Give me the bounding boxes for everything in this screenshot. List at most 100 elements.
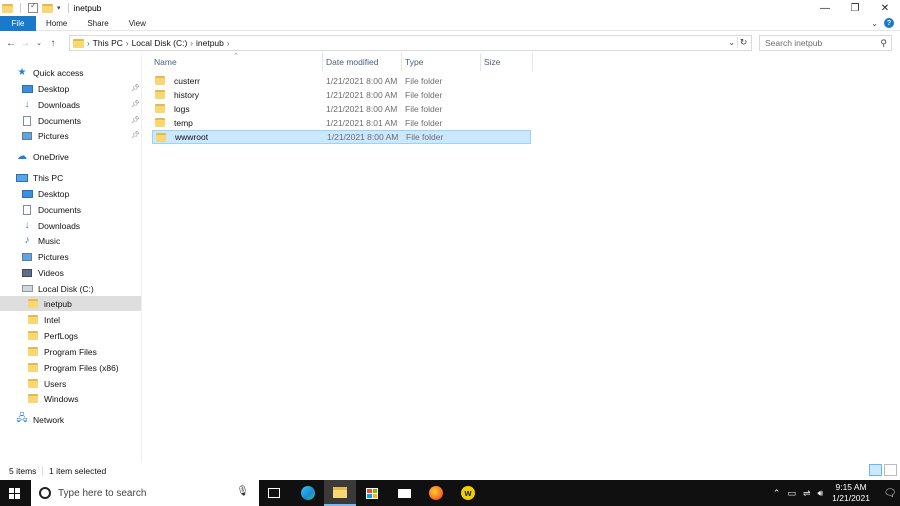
- nav-disk-windows[interactable]: Windows: [27, 391, 78, 406]
- nav-disk-perflogs[interactable]: PerfLogs: [27, 328, 78, 343]
- clock[interactable]: 9:15 AM 1/21/2021: [832, 482, 870, 504]
- item-count: 5 items: [9, 465, 37, 476]
- nav-pc-videos[interactable]: Videos: [21, 265, 64, 280]
- breadcrumb-local-disk[interactable]: Local Disk (C:): [129, 38, 191, 48]
- nav-label: Desktop: [38, 188, 70, 199]
- address-bar[interactable]: › This PC › Local Disk (C:) › inetpub › …: [69, 35, 752, 51]
- customize-toolbar-icon[interactable]: ▾: [57, 4, 61, 12]
- nav-onedrive[interactable]: ☁ OneDrive: [16, 149, 69, 164]
- nav-disk-users[interactable]: Users: [27, 376, 66, 391]
- view-switcher: [869, 464, 897, 476]
- refresh-icon[interactable]: ↻: [737, 37, 749, 48]
- nav-disk-program-files[interactable]: Program Files: [27, 344, 97, 359]
- battery-icon[interactable]: ▭: [787, 488, 796, 499]
- pane-divider[interactable]: [141, 53, 142, 461]
- microphone-icon[interactable]: 🎙︎: [236, 486, 249, 497]
- file-row[interactable]: logs 1/21/2021 8:00 AM File folder: [152, 102, 531, 116]
- nav-disk-intel[interactable]: Intel: [27, 312, 60, 327]
- nav-pc-downloads[interactable]: ↓ Downloads: [21, 218, 81, 233]
- nav-qa-pictures[interactable]: Pictures: [21, 128, 69, 143]
- nav-local-disk[interactable]: Local Disk (C:): [21, 281, 94, 296]
- nav-pc-documents[interactable]: Documents: [21, 202, 81, 217]
- large-icons-view-icon[interactable]: [884, 464, 897, 476]
- task-view-button[interactable]: [258, 480, 290, 506]
- folder-icon: [27, 315, 39, 325]
- navigation-pane: ★ Quick access Desktop 📌︎ ↓ Downloads 📌︎…: [0, 60, 141, 460]
- forward-arrow-icon[interactable]: →: [18, 38, 32, 49]
- volume-icon[interactable]: 🔊︎: [818, 488, 824, 499]
- download-icon: ↓: [24, 220, 30, 231]
- search-input[interactable]: Search inetpub ⚲: [759, 35, 892, 51]
- taskbar-search-box[interactable]: Type here to search 🎙︎: [31, 480, 259, 506]
- help-icon[interactable]: ?: [884, 18, 894, 28]
- nav-label: PerfLogs: [44, 330, 79, 341]
- column-divider[interactable]: [532, 53, 533, 71]
- notification-center-icon[interactable]: 🗨︎: [880, 488, 900, 499]
- recent-locations-icon[interactable]: ⌄: [32, 39, 46, 47]
- properties-icon[interactable]: [28, 1, 38, 13]
- tab-share[interactable]: Share: [77, 16, 118, 31]
- column-header-type[interactable]: Type: [405, 57, 480, 69]
- file-date: 1/21/2021 8:00 AM: [326, 90, 398, 100]
- column-divider[interactable]: [480, 53, 481, 71]
- back-arrow-icon[interactable]: ←: [4, 38, 18, 49]
- nav-label: Documents: [38, 204, 81, 215]
- mail-button[interactable]: [388, 480, 420, 506]
- file-date: 1/21/2021 8:00 AM: [327, 132, 399, 142]
- clock-date: 1/21/2021: [832, 493, 870, 503]
- nav-label: Quick access: [33, 67, 84, 78]
- breadcrumb-inetpub[interactable]: inetpub: [193, 38, 227, 48]
- file-name: custerr: [174, 76, 200, 86]
- ribbon-tabs: File Home Share View ⌄ ?: [0, 15, 900, 31]
- nav-label: Windows: [44, 393, 79, 404]
- nav-pc-music[interactable]: ♪ Music: [21, 233, 61, 248]
- file-explorer-button[interactable]: [324, 480, 356, 506]
- address-dropdown-icon[interactable]: ⌄: [728, 38, 735, 47]
- windows-start-icon[interactable]: [9, 488, 20, 499]
- nav-this-pc[interactable]: This PC: [16, 170, 63, 185]
- firefox-button[interactable]: [420, 480, 452, 506]
- nav-network[interactable]: 🖧︎ Network: [16, 412, 64, 427]
- file-row[interactable]: custerr 1/21/2021 8:00 AM File folder: [152, 74, 531, 88]
- folder-icon: [27, 331, 39, 341]
- column-header-date[interactable]: Date modified: [326, 57, 400, 69]
- folder-icon: [27, 363, 39, 373]
- cloud-icon: ☁: [17, 151, 27, 162]
- restore-button[interactable]: ❐: [840, 0, 870, 16]
- breadcrumb-this-pc[interactable]: This PC: [90, 38, 126, 48]
- network-tray-icon[interactable]: ⇌: [803, 488, 811, 499]
- up-arrow-icon[interactable]: ↑: [46, 38, 60, 49]
- minimize-button[interactable]: —: [810, 0, 840, 16]
- new-folder-icon[interactable]: [42, 3, 53, 13]
- nav-pc-desktop[interactable]: Desktop: [21, 186, 69, 201]
- column-divider[interactable]: [322, 53, 323, 71]
- nav-pc-pictures[interactable]: Pictures: [21, 249, 69, 264]
- folder-icon: [27, 379, 39, 389]
- network-icon: 🖧︎: [16, 413, 28, 424]
- file-row[interactable]: temp 1/21/2021 8:01 AM File folder: [152, 116, 531, 130]
- edge-button[interactable]: [292, 480, 324, 506]
- file-row-selected[interactable]: wwwroot 1/21/2021 8:00 AM File folder: [152, 130, 531, 144]
- column-header-name[interactable]: Name: [154, 57, 320, 69]
- nav-quick-access[interactable]: ★ Quick access: [16, 65, 84, 80]
- nav-qa-desktop[interactable]: Desktop: [21, 81, 69, 96]
- nav-qa-documents[interactable]: Documents: [21, 113, 81, 128]
- nav-disk-inetpub[interactable]: inetpub: [0, 296, 141, 311]
- details-view-icon[interactable]: [869, 464, 882, 476]
- tab-view[interactable]: View: [119, 16, 156, 31]
- file-row[interactable]: history 1/21/2021 8:00 AM File folder: [152, 88, 531, 102]
- column-divider[interactable]: [401, 53, 402, 71]
- close-button[interactable]: ✕: [870, 0, 900, 16]
- expand-ribbon-icon[interactable]: ⌄: [871, 19, 878, 28]
- app-button[interactable]: w: [452, 480, 484, 506]
- tab-file[interactable]: File: [0, 15, 36, 31]
- breadcrumb-separator[interactable]: ›: [227, 39, 230, 48]
- show-hidden-icons-icon[interactable]: ⌃: [773, 488, 781, 499]
- file-name: wwwroot: [175, 132, 209, 142]
- store-button[interactable]: [356, 480, 388, 506]
- status-bar: 5 items 1 item selected: [0, 461, 900, 480]
- nav-disk-program-files-x86[interactable]: Program Files (x86): [27, 360, 119, 375]
- tab-home[interactable]: Home: [36, 16, 77, 31]
- nav-qa-downloads[interactable]: ↓ Downloads: [21, 97, 81, 112]
- column-header-size[interactable]: Size: [484, 57, 532, 69]
